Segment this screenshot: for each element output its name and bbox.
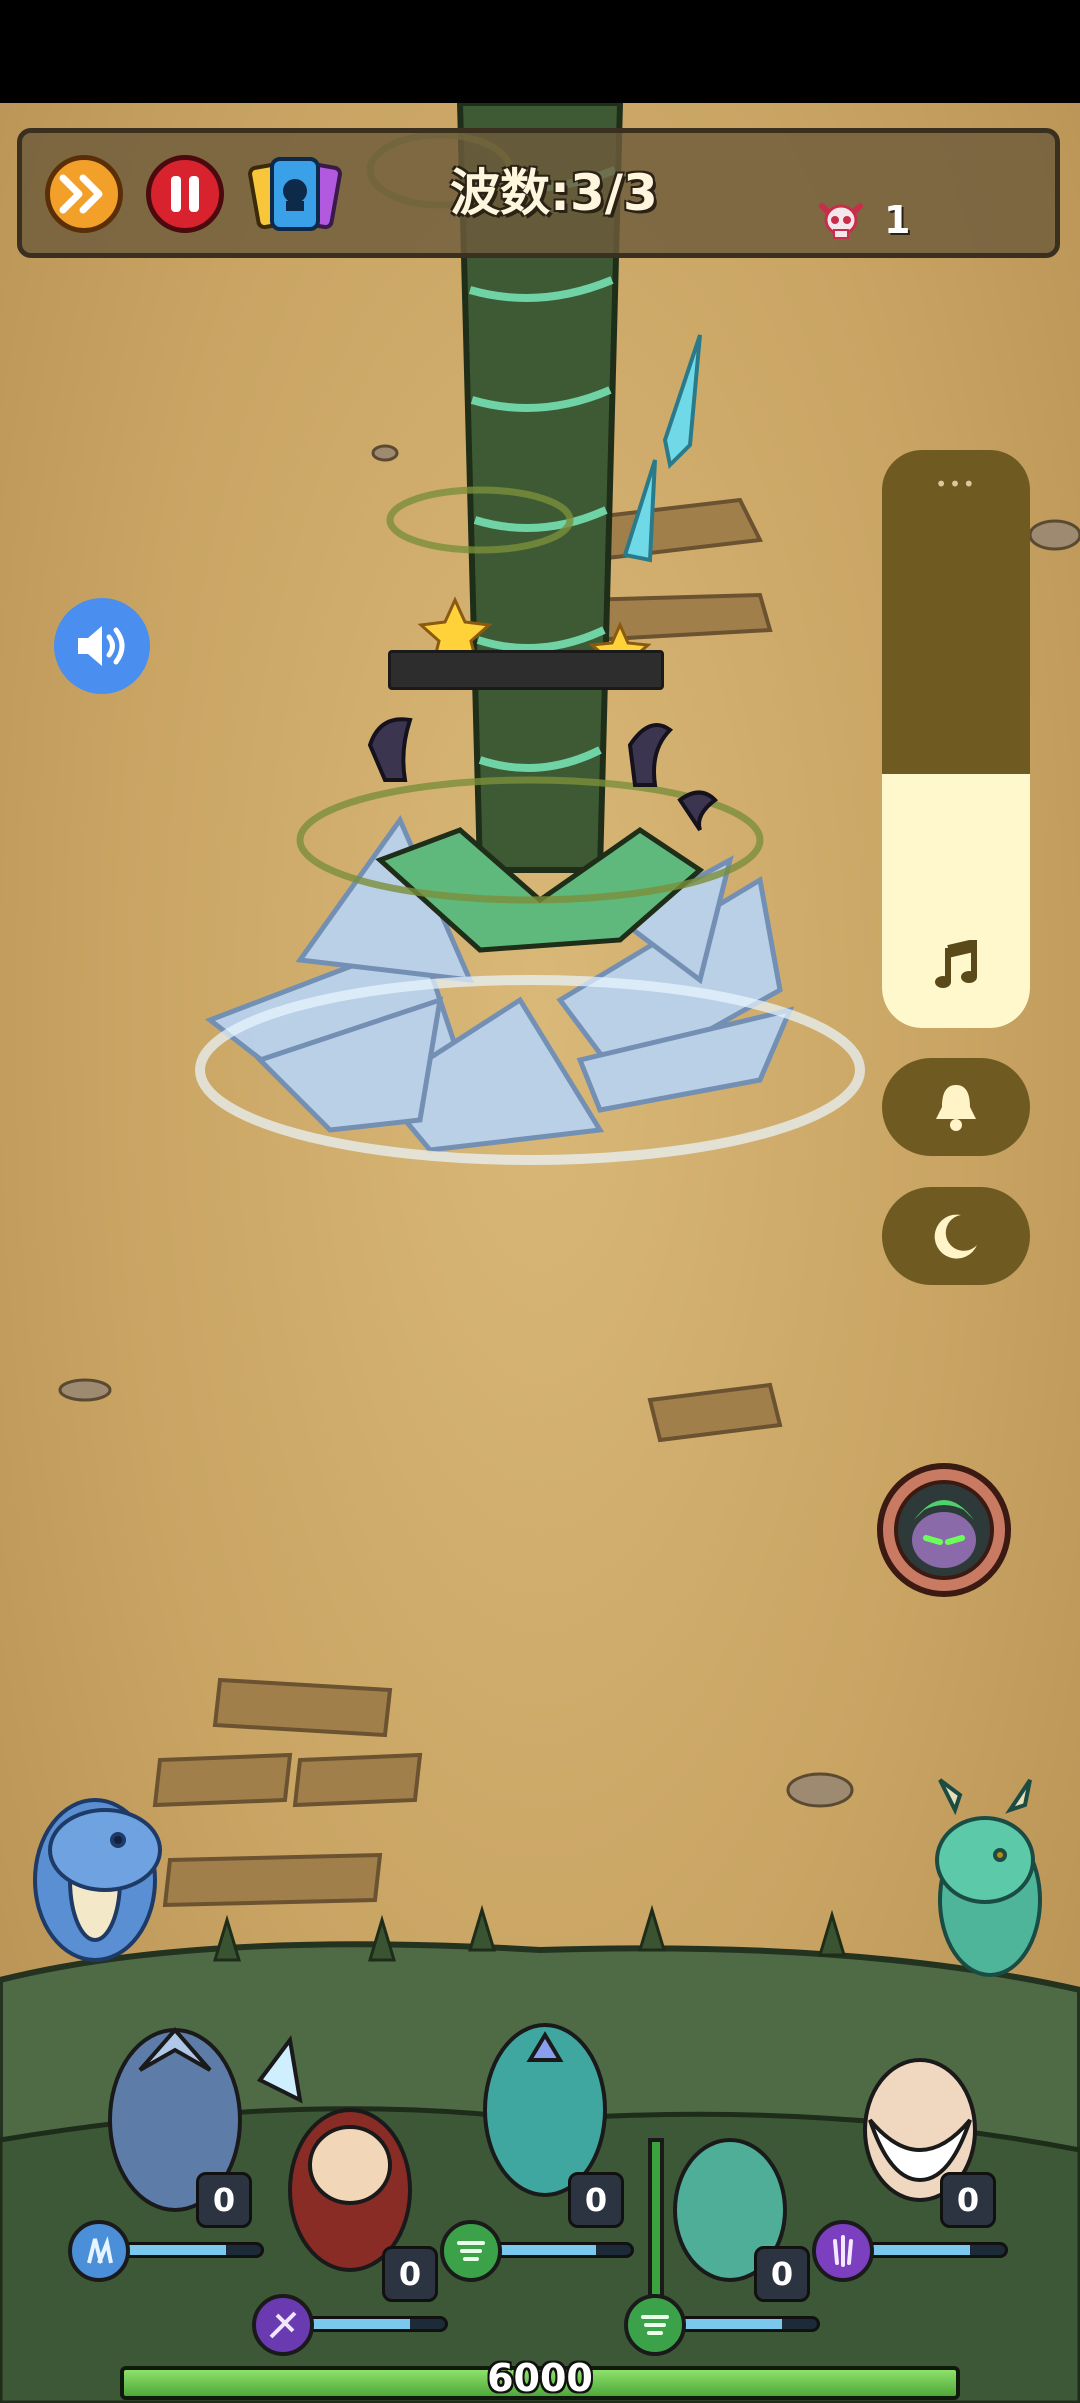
hero-count-old-sage: 0: [940, 2172, 996, 2228]
wind-skill-icon-2[interactable]: [624, 2294, 686, 2356]
more-options-icon[interactable]: •••: [882, 472, 1030, 496]
collection-button[interactable]: [248, 155, 342, 237]
speaker-button[interactable]: [54, 598, 150, 694]
speaker-icon: [78, 626, 125, 666]
fast-forward-icon: [59, 174, 103, 214]
pause-button[interactable]: [146, 155, 224, 233]
hero-hp-bar-red-mage: [300, 2316, 448, 2332]
boss-health-bar: [388, 650, 664, 690]
card-icon: [248, 157, 342, 231]
boss-portrait-icon: [877, 1463, 1011, 1597]
light-skill-icon[interactable]: [812, 2220, 874, 2282]
hero-hp-bar-ice-knight: [118, 2242, 264, 2258]
moon-icon: [934, 1214, 977, 1259]
base-health-value: 6000: [487, 2356, 593, 2400]
hero-count-red-mage: 0: [382, 2246, 438, 2302]
hero-hp-bar-druid-bird: [672, 2316, 820, 2332]
hero-hp-bar-old-sage: [862, 2242, 1008, 2258]
wind-skill-icon[interactable]: [440, 2220, 502, 2282]
skull-icon: [818, 198, 864, 244]
hero-hp-bar-wind-spirit: [488, 2242, 634, 2258]
hero-count-wind-spirit: 0: [568, 2172, 624, 2228]
hero-count-druid-bird: 0: [754, 2246, 810, 2302]
wave-counter: 波数:3/3: [450, 164, 658, 222]
fast-forward-button[interactable]: [45, 155, 123, 233]
arcane-skill-icon[interactable]: [252, 2294, 314, 2356]
dark-mode-button[interactable]: [882, 1187, 1030, 1285]
hero-count-ice-knight: 0: [196, 2172, 252, 2228]
music-note-icon: [934, 938, 978, 990]
pause-icon: [171, 176, 199, 212]
bell-icon: [936, 1085, 976, 1131]
ice-skill-icon[interactable]: [68, 2220, 130, 2282]
notification-button[interactable]: [882, 1058, 1030, 1156]
kill-count: 1: [884, 198, 911, 242]
volume-slider[interactable]: •••: [882, 450, 1030, 1028]
boss-portrait-button[interactable]: [874, 1460, 1014, 1600]
